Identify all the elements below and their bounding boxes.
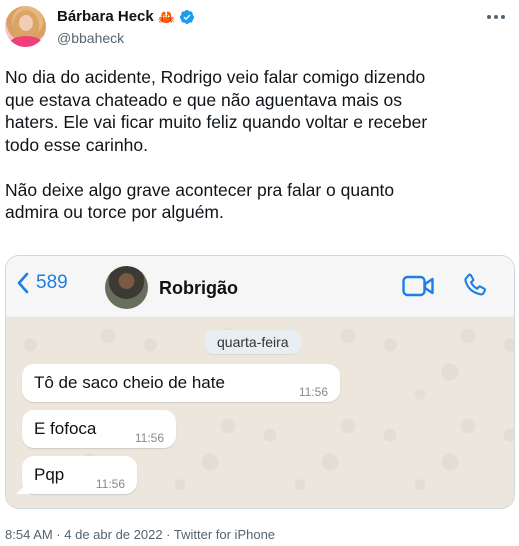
contact-name[interactable]: Robrigão (159, 278, 238, 299)
author-name[interactable]: Bárbara Heck (57, 8, 154, 25)
tweet-timestamp[interactable]: 8:54 AM · 4 de abr de 2022 · Twitter for… (5, 527, 275, 542)
message-time: 11:56 (298, 385, 328, 399)
message-text: Tô de saco cheio de hate (34, 373, 225, 392)
message-bubble: E fofoca 11:56 (22, 410, 176, 448)
message-bubble: Tô de saco cheio de hate 11:56 (22, 364, 340, 402)
author-handle[interactable]: @bbaheck (57, 30, 124, 46)
tweet-media-image[interactable]: 589 Robrigão quarta-feira Tô de saco che… (5, 255, 515, 509)
message-time: 11:56 (95, 477, 125, 491)
more-icon[interactable] (487, 12, 509, 22)
author-name-row: Bárbara Heck 🦀 (57, 8, 195, 25)
chevron-left-icon (17, 272, 29, 294)
message-bubble: Pqp 11:56 (22, 456, 137, 494)
phone-call-icon[interactable] (462, 272, 488, 298)
chat-area: quarta-feira Tô de saco cheio de hate 11… (6, 318, 514, 508)
day-separator: quarta-feira (205, 330, 301, 354)
chat-header: 589 Robrigão (6, 256, 514, 318)
message-text: Pqp (34, 465, 65, 484)
video-call-icon[interactable] (402, 275, 434, 297)
message-time: 11:56 (134, 431, 164, 445)
message-text: E fofoca (34, 419, 97, 438)
tweet-header: Bárbara Heck 🦀 @bbaheck (0, 0, 519, 60)
verified-badge-icon (180, 9, 195, 24)
crab-emoji: 🦀 (157, 8, 176, 25)
author-avatar[interactable] (5, 6, 46, 47)
tweet-text: No dia do acidente, Rodrigo veio falar c… (5, 67, 428, 222)
unread-count: 589 (36, 272, 68, 293)
back-button[interactable]: 589 (16, 272, 68, 294)
contact-avatar[interactable] (105, 266, 148, 309)
